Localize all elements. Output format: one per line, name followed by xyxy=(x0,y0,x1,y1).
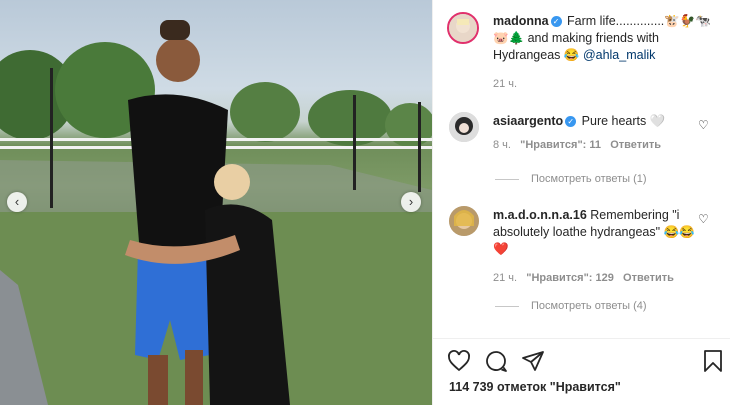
comment-meta: 21 ч. "Нравится": 129 Ответить xyxy=(493,270,703,287)
share-icon[interactable] xyxy=(521,349,545,373)
caption-author[interactable]: madonna xyxy=(493,14,549,28)
avatar[interactable] xyxy=(449,206,479,236)
comment-likes[interactable]: "Нравится": 129 xyxy=(526,272,614,284)
caption-time[interactable]: 21 ч. xyxy=(493,76,718,93)
reply-button[interactable]: Ответить xyxy=(610,139,661,151)
post-panel: madonna ✓ Farm life..............🐮🐓🐄🐷🌲 an… xyxy=(432,0,730,406)
heart-icon[interactable] xyxy=(447,349,471,373)
comment-author[interactable]: asiaargento xyxy=(493,114,563,128)
avatar-image xyxy=(449,112,479,142)
view-replies-button[interactable]: Посмотреть ответы (4) xyxy=(495,300,647,312)
view-replies-label: Посмотреть ответы (4) xyxy=(531,300,647,312)
view-replies-label: Посмотреть ответы (1) xyxy=(531,173,647,185)
post-photo[interactable]: ‹ › xyxy=(0,0,432,405)
avatar[interactable] xyxy=(447,12,479,44)
bookmark-icon[interactable] xyxy=(701,349,725,373)
view-replies-button[interactable]: Посмотреть ответы (1) xyxy=(495,173,647,185)
avatar[interactable] xyxy=(449,112,479,142)
comment-meta: 8 ч. "Нравится": 11 Ответить xyxy=(493,137,703,154)
post-actions: 114 739 отметок "Нравится" xyxy=(433,338,730,406)
chevron-left-icon[interactable]: ‹ xyxy=(7,192,27,212)
verified-icon: ✓ xyxy=(550,16,562,27)
caption-mention[interactable]: @ahla_malik xyxy=(583,48,655,62)
heart-icon[interactable]: ♡ xyxy=(698,213,710,225)
comment-likes[interactable]: "Нравится": 11 xyxy=(520,139,601,151)
replies-divider xyxy=(495,305,519,307)
verified-icon: ✓ xyxy=(565,116,577,127)
comment-time[interactable]: 21 ч. xyxy=(493,272,517,284)
comment-time[interactable]: 8 ч. xyxy=(493,139,511,151)
comment-icon[interactable] xyxy=(484,349,508,373)
comment-text: Pure hearts 🤍 xyxy=(581,114,666,128)
post-caption: madonna ✓ Farm life..............🐮🐓🐄🐷🌲 an… xyxy=(493,13,718,93)
chevron-right-icon[interactable]: › xyxy=(401,192,421,212)
replies-divider xyxy=(495,178,519,180)
avatar-image xyxy=(449,206,479,236)
avatar-image xyxy=(449,14,477,42)
reply-button[interactable]: Ответить xyxy=(623,272,674,284)
comment-author[interactable]: m.a.d.o.n.n.a.16 xyxy=(493,208,587,222)
comment: asiaargento ✓ Pure hearts 🤍 8 ч. "Нравитс… xyxy=(493,113,703,154)
likes-count[interactable]: 114 739 отметок "Нравится" xyxy=(449,380,621,394)
heart-icon[interactable]: ♡ xyxy=(698,119,710,131)
comment: m.a.d.o.n.n.a.16 Remembering "i absolute… xyxy=(493,207,703,287)
photo-illustration xyxy=(0,20,432,405)
